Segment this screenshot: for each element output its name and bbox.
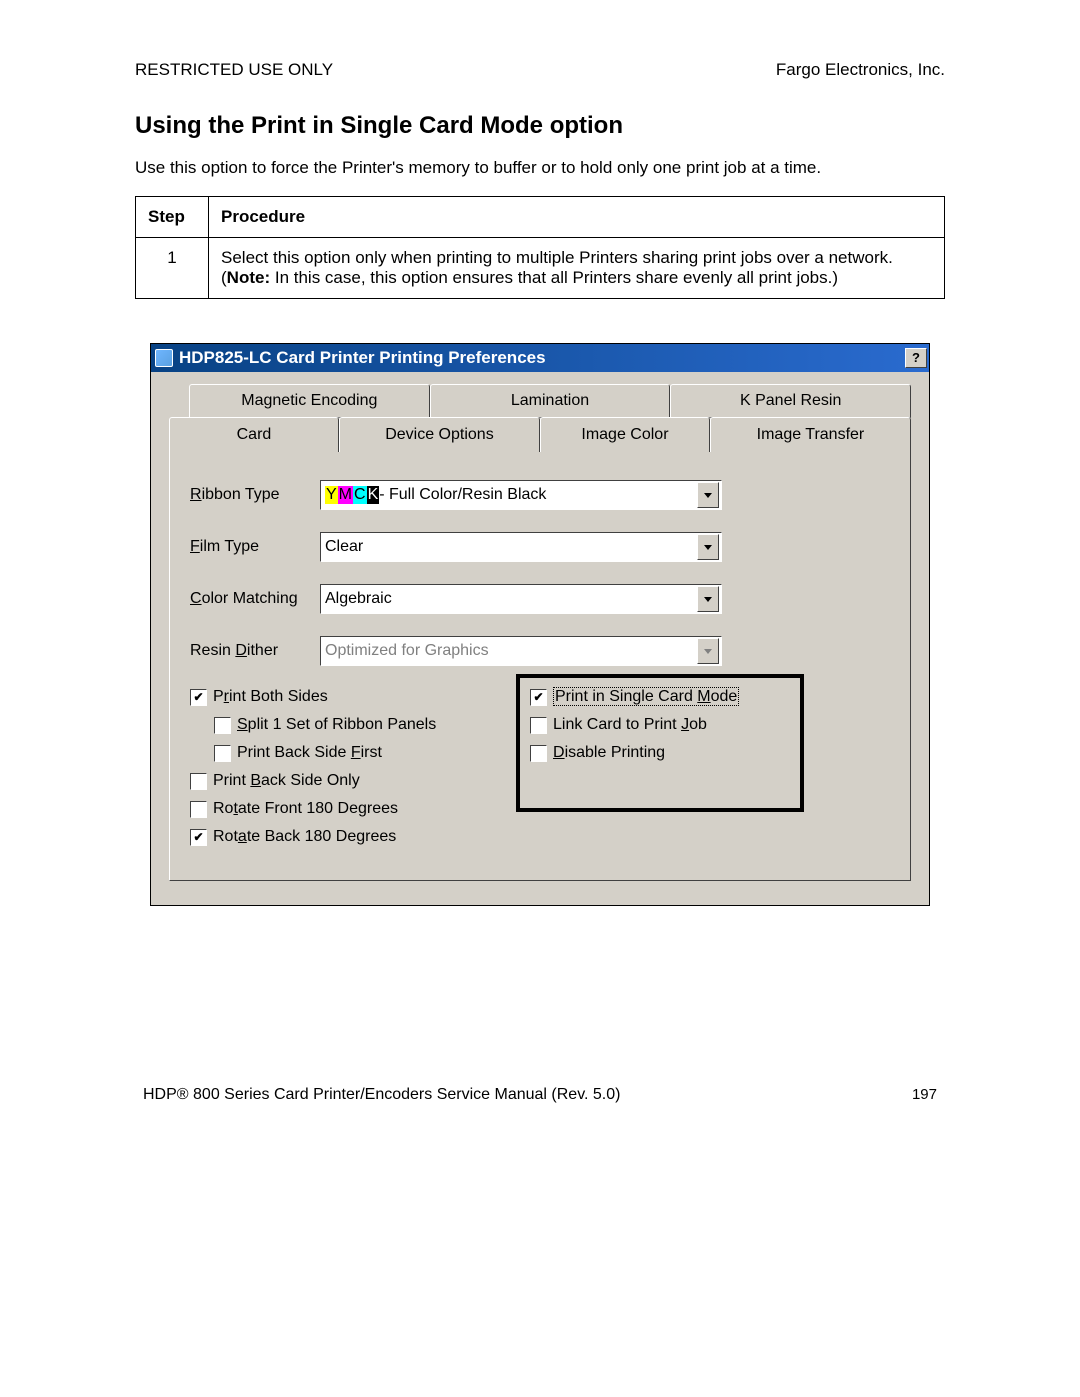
color-matching-value: Algebraic bbox=[321, 590, 695, 608]
col-step: Step bbox=[136, 197, 209, 238]
tab-card[interactable]: Card bbox=[169, 417, 339, 452]
steps-table: Step Procedure 1 Select this option only… bbox=[135, 196, 945, 299]
chevron-down-icon[interactable] bbox=[697, 534, 719, 560]
title-bar[interactable]: HDP825-LC Card Printer Printing Preferen… bbox=[151, 344, 929, 372]
film-type-label: Film Type bbox=[190, 538, 320, 556]
ribbon-type-value: YMCK - Full Color/Resin Black bbox=[321, 486, 695, 504]
checkbox-label: Print Back Side Only bbox=[213, 772, 360, 790]
footer-left: HDP® 800 Series Card Printer/Encoders Se… bbox=[143, 1086, 620, 1104]
tab-lamination[interactable]: Lamination bbox=[430, 384, 671, 418]
tab-device-options[interactable]: Device Options bbox=[339, 417, 540, 452]
tab-image-color[interactable]: Image Color bbox=[540, 417, 710, 452]
chevron-down-icon[interactable] bbox=[697, 586, 719, 612]
checkbox-label: Print Both Sides bbox=[213, 688, 328, 706]
check-right-0[interactable]: ✔ Print in Single Card Mode bbox=[530, 688, 739, 706]
checkbox-label: Disable Printing bbox=[553, 744, 665, 762]
col-procedure: Procedure bbox=[209, 197, 945, 238]
checkbox-label: Rotate Back 180 Degrees bbox=[213, 828, 396, 846]
resin-dither-value: Optimized for Graphics bbox=[321, 642, 695, 660]
table-header-row: Step Procedure bbox=[136, 197, 945, 238]
film-type-combo[interactable]: Clear bbox=[320, 532, 722, 562]
checkbox[interactable] bbox=[530, 745, 547, 762]
checkbox[interactable] bbox=[190, 773, 207, 790]
check-right-1[interactable]: Link Card to Print Job bbox=[530, 716, 739, 734]
intro-text: Use this option to force the Printer's m… bbox=[135, 158, 945, 178]
checkbox-label: Split 1 Set of Ribbon Panels bbox=[237, 716, 436, 734]
tab-k-panel-resin[interactable]: K Panel Resin bbox=[670, 384, 911, 418]
check-left-5[interactable]: ✔ Rotate Back 180 Degrees bbox=[190, 828, 490, 846]
resin-dither-row: Resin Dither Optimized for Graphics bbox=[190, 636, 890, 666]
page-header: RESTRICTED USE ONLY Fargo Electronics, I… bbox=[135, 60, 945, 80]
step-number: 1 bbox=[136, 238, 209, 299]
checkbox-area: ✔ Print Both Sides Split 1 Set of Ribbon P… bbox=[190, 688, 890, 856]
color-matching-row: Color Matching Algebraic bbox=[190, 584, 890, 614]
checkbox[interactable] bbox=[214, 717, 231, 734]
tab-image-transfer[interactable]: Image Transfer bbox=[710, 417, 911, 452]
header-left: RESTRICTED USE ONLY bbox=[135, 60, 333, 80]
resin-dither-combo: Optimized for Graphics bbox=[320, 636, 722, 666]
checkbox-label: Rotate Front 180 Degrees bbox=[213, 800, 398, 818]
dialog-title: HDP825-LC Card Printer Printing Preferen… bbox=[179, 348, 546, 368]
tabs-back-row: Magnetic Encoding Lamination K Panel Res… bbox=[189, 384, 911, 418]
table-row: 1 Select this option only when printing … bbox=[136, 238, 945, 299]
checkbox-label: Print Back Side First bbox=[237, 744, 382, 762]
film-type-row: Film Type Clear bbox=[190, 532, 890, 562]
checkbox-label: Print in Single Card Mode bbox=[553, 688, 739, 706]
checkbox[interactable] bbox=[214, 745, 231, 762]
check-left-4[interactable]: Rotate Front 180 Degrees bbox=[190, 800, 490, 818]
resin-dither-label: Resin Dither bbox=[190, 642, 320, 660]
section-title: Using the Print in Single Card Mode opti… bbox=[135, 112, 945, 140]
check-left-1[interactable]: Split 1 Set of Ribbon Panels bbox=[190, 716, 490, 734]
help-button[interactable]: ? bbox=[905, 348, 927, 368]
printer-icon bbox=[155, 349, 173, 367]
check-right-2[interactable]: Disable Printing bbox=[530, 744, 739, 762]
checkbox[interactable]: ✔ bbox=[190, 829, 207, 846]
device-options-panel: Ribbon Type YMCK - Full Color/Resin Blac… bbox=[169, 451, 911, 881]
checkbox[interactable] bbox=[190, 801, 207, 818]
chevron-down-icon[interactable] bbox=[697, 482, 719, 508]
page-number: 197 bbox=[912, 1086, 937, 1104]
checkbox-label: Link Card to Print Job bbox=[553, 716, 707, 734]
preferences-dialog: HDP825-LC Card Printer Printing Preferen… bbox=[150, 343, 930, 906]
step-text: Select this option only when printing to… bbox=[209, 238, 945, 299]
checkbox[interactable]: ✔ bbox=[530, 689, 547, 706]
ribbon-type-label: Ribbon Type bbox=[190, 486, 320, 504]
chevron-down-icon bbox=[697, 638, 719, 664]
header-right: Fargo Electronics, Inc. bbox=[776, 60, 945, 80]
color-matching-combo[interactable]: Algebraic bbox=[320, 584, 722, 614]
color-matching-label: Color Matching bbox=[190, 590, 320, 608]
checkbox[interactable]: ✔ bbox=[190, 689, 207, 706]
film-type-value: Clear bbox=[321, 538, 695, 556]
ribbon-type-combo[interactable]: YMCK - Full Color/Resin Black bbox=[320, 480, 722, 510]
ribbon-type-row: Ribbon Type YMCK - Full Color/Resin Blac… bbox=[190, 480, 890, 510]
check-left-3[interactable]: Print Back Side Only bbox=[190, 772, 490, 790]
checkbox[interactable] bbox=[530, 717, 547, 734]
tabs-front-row: Card Device Options Image Color Image Tr… bbox=[169, 417, 911, 452]
check-left-2[interactable]: Print Back Side First bbox=[190, 744, 490, 762]
tab-magnetic-encoding[interactable]: Magnetic Encoding bbox=[189, 384, 430, 418]
check-left-0[interactable]: ✔ Print Both Sides bbox=[190, 688, 490, 706]
page-footer: HDP® 800 Series Card Printer/Encoders Se… bbox=[135, 1086, 945, 1104]
